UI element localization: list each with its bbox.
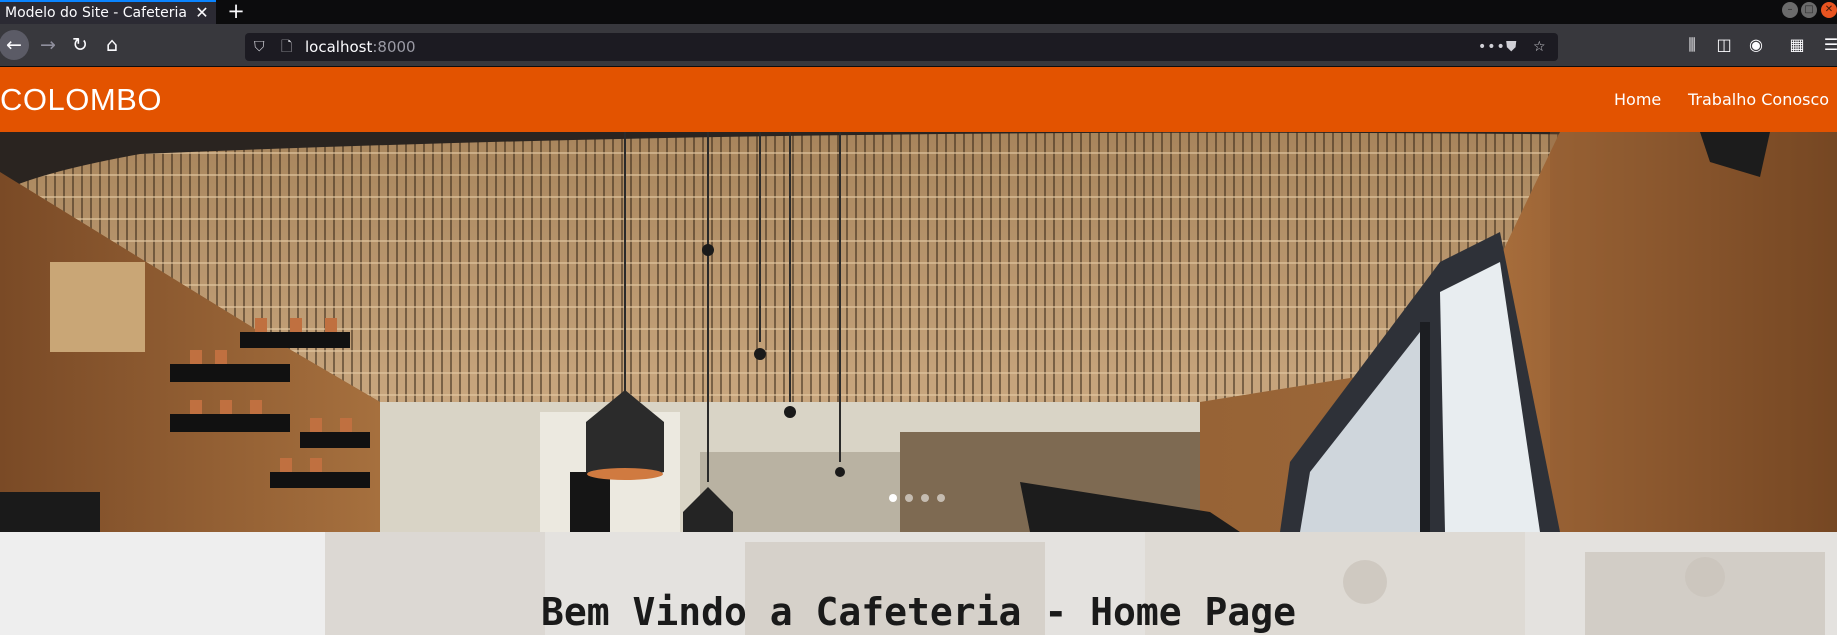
- site-header: COLOMBO Home Trabalho Conosco: [0, 67, 1837, 132]
- browser-tab-bar: Modelo do Site - Cafeteria ✕ + – □ ✕: [0, 0, 1837, 24]
- hero-carousel[interactable]: [0, 132, 1837, 532]
- extensions-icon[interactable]: ▦: [1784, 30, 1810, 60]
- star-icon[interactable]: ☆: [1533, 33, 1546, 61]
- page-icon: 🗋: [281, 39, 293, 55]
- shield-icon[interactable]: ⛉: [254, 33, 265, 61]
- more-icon[interactable]: •••: [1478, 33, 1506, 61]
- cafe-interior-photo: [0, 132, 1837, 532]
- browser-toolbar: ← → ↻ ⌂ ⛉ 🗋 localhost:8000 ••• ⛊ ☆ ⫼ ◫ ◉…: [0, 24, 1837, 67]
- brand-logo[interactable]: COLOMBO: [0, 67, 162, 132]
- browser-tab[interactable]: Modelo do Site - Cafeteria ✕: [0, 0, 216, 24]
- close-tab-icon[interactable]: ✕: [193, 3, 211, 23]
- reload-icon[interactable]: ↻: [65, 30, 95, 60]
- pocket-icon[interactable]: ⛊: [1506, 33, 1517, 61]
- carousel-indicator-2[interactable]: [905, 494, 913, 502]
- arrow-right-icon[interactable]: →: [33, 30, 63, 60]
- hamburger-menu-icon[interactable]: ☰: [1818, 30, 1837, 60]
- tab-title: Modelo do Site - Cafeteria: [5, 5, 188, 21]
- minimize-window-icon[interactable]: –: [1782, 2, 1798, 18]
- url-port: :8000: [372, 38, 416, 56]
- home-icon[interactable]: ⌂: [97, 30, 127, 60]
- nav-link-home[interactable]: Home: [1614, 67, 1661, 132]
- nav-link-trabalho-conosco[interactable]: Trabalho Conosco: [1688, 67, 1829, 132]
- welcome-title: Bem Vindo a Cafeteria - Home Page: [541, 590, 1296, 634]
- url-host: localhost: [305, 38, 373, 56]
- carousel-indicator-1[interactable]: [889, 494, 897, 502]
- carousel-indicator-3[interactable]: [921, 494, 929, 502]
- carousel-indicator-4[interactable]: [937, 494, 945, 502]
- account-icon[interactable]: ◉: [1743, 30, 1769, 60]
- address-bar[interactable]: ⛉ 🗋 localhost:8000 ••• ⛊ ☆: [245, 33, 1558, 61]
- sidebar-icon[interactable]: ◫: [1711, 30, 1737, 60]
- new-tab-button[interactable]: +: [226, 0, 246, 22]
- close-window-icon[interactable]: ✕: [1821, 2, 1837, 18]
- arrow-left-icon[interactable]: ←: [0, 30, 29, 60]
- library-icon[interactable]: ⫼: [1679, 30, 1705, 60]
- maximize-window-icon[interactable]: □: [1801, 2, 1817, 18]
- welcome-section: Bem Vindo a Cafeteria - Home Page: [0, 532, 1837, 635]
- url-text[interactable]: localhost:8000: [305, 33, 416, 61]
